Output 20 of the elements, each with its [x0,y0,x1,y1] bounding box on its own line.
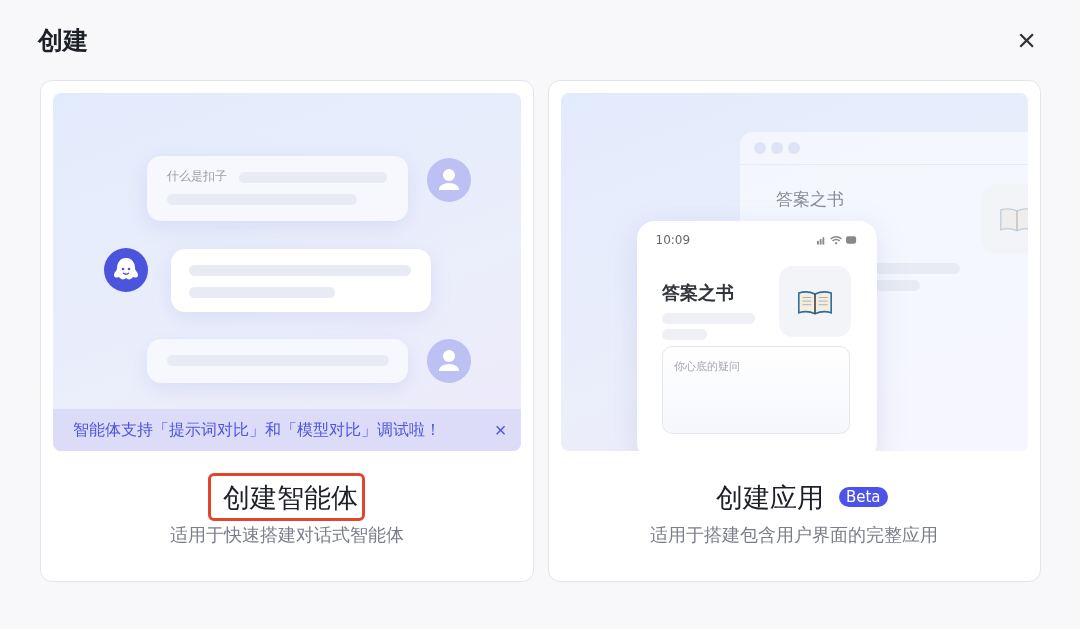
card-description: 适用于搭建包含用户界面的完整应用 [650,523,939,547]
beta-badge: Beta [838,487,888,507]
close-button[interactable]: × [494,418,507,442]
card-description: 适用于快速搭建对话式智能体 [169,523,404,547]
option-card[interactable]: 答案之书 10:09 答案之书 你心底的疑问 创建应用 Beta 适用于搭建包含用户界面的完整应用 [547,80,1041,582]
user-avatar-icon [427,339,471,383]
card-title: 创建智能体 [223,482,359,513]
question-text: 什么是扣子 [167,168,227,185]
app-title: 答案之书 [775,188,844,211]
book-icon [998,206,1028,232]
app-title: 答案之书 [661,281,734,305]
bot-icon [104,248,148,292]
user-avatar-icon [427,158,471,202]
status-icons [816,235,857,245]
notice-text: 智能体支持「提示词对比」和「模型对比」调试啦！ [73,419,441,441]
close-button[interactable]: × [1013,24,1040,56]
dialog-title: 创建 [38,24,88,57]
card-title: 创建应用 [715,482,824,513]
status-time: 10:09 [655,233,691,247]
option-card[interactable]: 什么是扣子 智能体支持「提示词对比」和「模型对比」调试啦！ × 创建智能体 适用于快速搭建对话式智能体 [40,80,534,582]
